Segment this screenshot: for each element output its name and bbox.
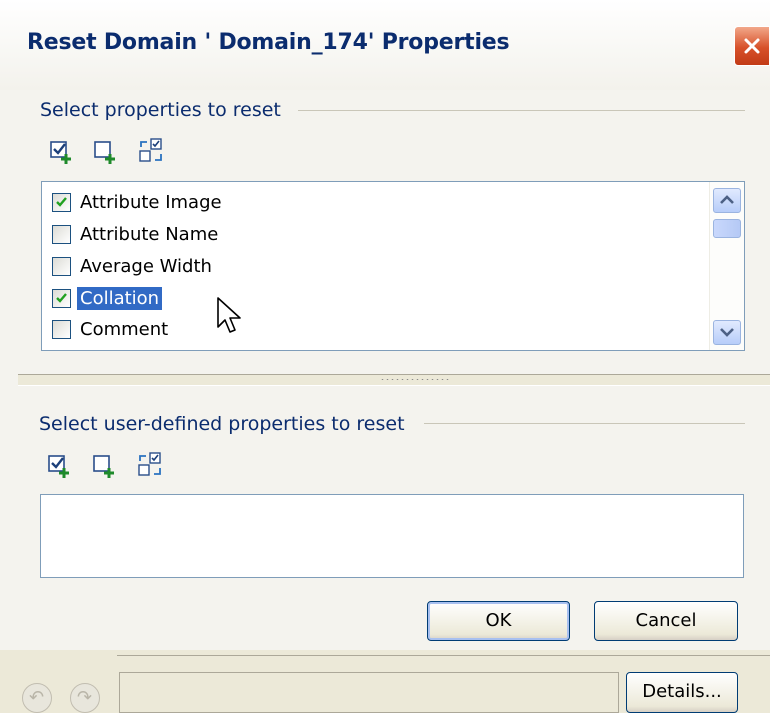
checkmark-icon (56, 292, 67, 303)
list-item-label: Attribute Name (80, 223, 219, 245)
splitter-grip[interactable] (380, 378, 450, 381)
uncheck-all-icon[interactable] (93, 139, 119, 165)
scroll-down-button[interactable] (713, 320, 741, 345)
vertical-scrollbar[interactable] (709, 182, 744, 350)
checkmark-icon (56, 196, 67, 207)
check-all-icon[interactable] (47, 453, 73, 479)
invert-selection-icon[interactable] (136, 451, 162, 477)
checkbox[interactable] (52, 192, 71, 212)
ok-button[interactable]: OK (427, 601, 570, 641)
list-item-label: Attribute Image (80, 191, 222, 213)
checkbox[interactable] (52, 288, 71, 308)
list-item[interactable]: Comment (52, 315, 171, 343)
invert-selection-icon[interactable] (137, 137, 163, 163)
title-bar: Reset Domain ' Domain_174' Properties (0, 0, 770, 91)
section-user-properties-label: Select user-defined properties to reset (39, 413, 405, 435)
section-divider (424, 423, 745, 424)
list-item-label: Average Width (80, 255, 212, 277)
status-field (119, 672, 619, 713)
scroll-up-button[interactable] (713, 188, 741, 213)
splitter[interactable] (18, 374, 770, 386)
chevron-up-icon (720, 195, 734, 204)
list-item[interactable]: Collation (52, 284, 163, 312)
chevron-down-icon (720, 328, 734, 337)
forward-arrow-icon: ↷ (77, 687, 93, 708)
cancel-button[interactable]: Cancel (594, 601, 738, 641)
forward-button[interactable]: ↷ (70, 683, 100, 713)
list-item[interactable]: Attribute Name (52, 220, 221, 248)
close-button[interactable] (734, 26, 770, 66)
scroll-thumb[interactable] (713, 219, 741, 238)
back-arrow-icon: ↶ (29, 687, 45, 708)
list-item-label: Collation (77, 286, 163, 310)
back-button[interactable]: ↶ (22, 683, 52, 713)
checkbox[interactable] (52, 224, 71, 244)
details-button[interactable]: Details... (626, 672, 738, 713)
list-item-label: Comment (80, 318, 169, 340)
section-divider (298, 110, 745, 111)
checkbox[interactable] (52, 319, 71, 339)
uncheck-all-icon[interactable] (92, 453, 118, 479)
section-properties-label: Select properties to reset (40, 99, 281, 121)
list-item[interactable]: Average Width (52, 252, 215, 280)
check-all-icon[interactable] (49, 139, 75, 165)
properties-listbox[interactable]: Attribute Image Attribute Name Average W… (41, 181, 745, 351)
status-divider (117, 655, 770, 656)
checkbox[interactable] (52, 256, 71, 276)
mouse-cursor-icon (217, 297, 241, 333)
close-icon (744, 38, 760, 54)
dialog-title: Reset Domain ' Domain_174' Properties (27, 30, 510, 55)
user-properties-listbox[interactable] (40, 494, 744, 578)
list-item[interactable]: Attribute Image (52, 188, 225, 216)
